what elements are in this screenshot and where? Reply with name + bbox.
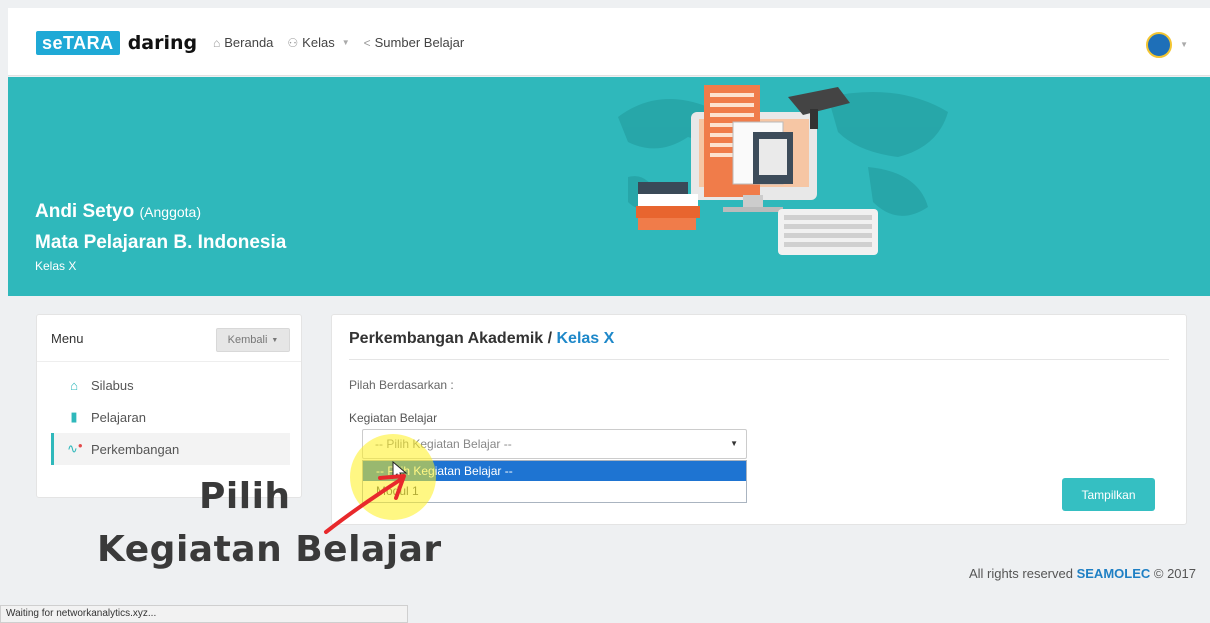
progress-icon: ∿● <box>67 441 83 456</box>
subject-title: Mata Pelajaran B. Indonesia <box>35 232 287 253</box>
footer: All rights reserved SEAMOLEC © 2017 <box>969 566 1196 581</box>
nav-item-kelas[interactable]: ⚇ Kelas ▼ <box>287 35 349 50</box>
side-menu-card: Menu Kembali ▼ ⌂ Silabus ▮ Pelajaran ∿● … <box>36 314 302 498</box>
sidebar-item-label: Silabus <box>91 377 134 393</box>
chevron-down-icon: ▼ <box>271 336 279 344</box>
filter-label: Pilah Berdasarkan : <box>349 378 454 392</box>
book-icon: ▮ <box>70 409 78 424</box>
home-icon: ⌂ <box>213 35 221 50</box>
users-icon: ⚇ <box>287 35 299 50</box>
student-role: (Anggota) <box>139 204 201 220</box>
menu-divider <box>37 361 301 362</box>
footer-brand: SEAMOLEC <box>1076 566 1151 581</box>
footer-copyright: © 2017 <box>1150 566 1196 581</box>
user-avatar-icon[interactable] <box>1146 32 1172 58</box>
share-icon: < <box>363 35 371 50</box>
caret-down-icon: ▼ <box>730 439 738 448</box>
footer-text: All rights reserved <box>968 566 1077 581</box>
class-label: Kelas X <box>35 259 77 273</box>
main-content-card: Perkembangan Akademik / Kelas X Pilah Be… <box>331 314 1187 525</box>
menu-title: Menu <box>51 331 84 346</box>
page-title-accent: Kelas X <box>556 330 615 347</box>
show-button[interactable]: Tampilkan <box>1062 478 1155 511</box>
page-title: Perkembangan Akademik / Kelas X <box>349 330 614 348</box>
back-button-label: Kembali <box>227 334 268 346</box>
logo-text: daring <box>127 32 198 54</box>
education-illustration-icon <box>618 85 948 255</box>
banner-text: Andi Setyo (Anggota) Mata Pelajaran B. I… <box>35 201 286 273</box>
home-icon: ⌂ <box>70 377 78 393</box>
sidebar-item-pelajaran[interactable]: ▮ Pelajaran <box>51 401 290 433</box>
annotation-line-1: Pilih <box>199 476 291 517</box>
student-name: Andi Setyo (Anggota) <box>35 201 201 222</box>
nav-item-beranda[interactable]: ⌂ Beranda <box>213 35 273 50</box>
chevron-down-icon: ▼ <box>341 38 350 47</box>
nav-label: Kelas <box>302 35 335 50</box>
course-banner: Andi Setyo (Anggota) Mata Pelajaran B. I… <box>8 77 1210 296</box>
browser-status-bar: Waiting for networkanalytics.xyz... <box>0 605 408 623</box>
title-divider <box>349 359 1169 360</box>
nav-label: Sumber Belajar <box>374 35 465 50</box>
sidebar-item-label: Perkembangan <box>91 441 180 457</box>
nav-item-sumber-belajar[interactable]: < Sumber Belajar <box>364 35 465 50</box>
main-nav: ⌂ Beranda ⚇ Kelas ▼ < Sumber Belajar <box>213 35 464 50</box>
sidebar-item-perkembangan[interactable]: ∿● Perkembangan <box>51 433 290 465</box>
sidebar-item-silabus[interactable]: ⌂ Silabus <box>51 369 290 401</box>
nav-label: Beranda <box>224 35 274 50</box>
back-button[interactable]: Kembali ▼ <box>216 328 290 352</box>
site-logo[interactable]: seTARA daring <box>36 30 197 56</box>
activity-field-label: Kegiatan Belajar <box>349 411 438 425</box>
top-navbar: seTARA daring ⌂ Beranda ⚇ Kelas ▼ < Sumb… <box>8 8 1210 76</box>
annotation-arrow-icon <box>324 474 406 534</box>
sidebar-item-label: Pelajaran <box>91 409 146 425</box>
logo-box: seTARA <box>36 31 120 55</box>
page-title-prefix: Perkembangan Akademik / <box>349 330 557 347</box>
chevron-down-icon[interactable]: ▼ <box>1180 40 1188 49</box>
